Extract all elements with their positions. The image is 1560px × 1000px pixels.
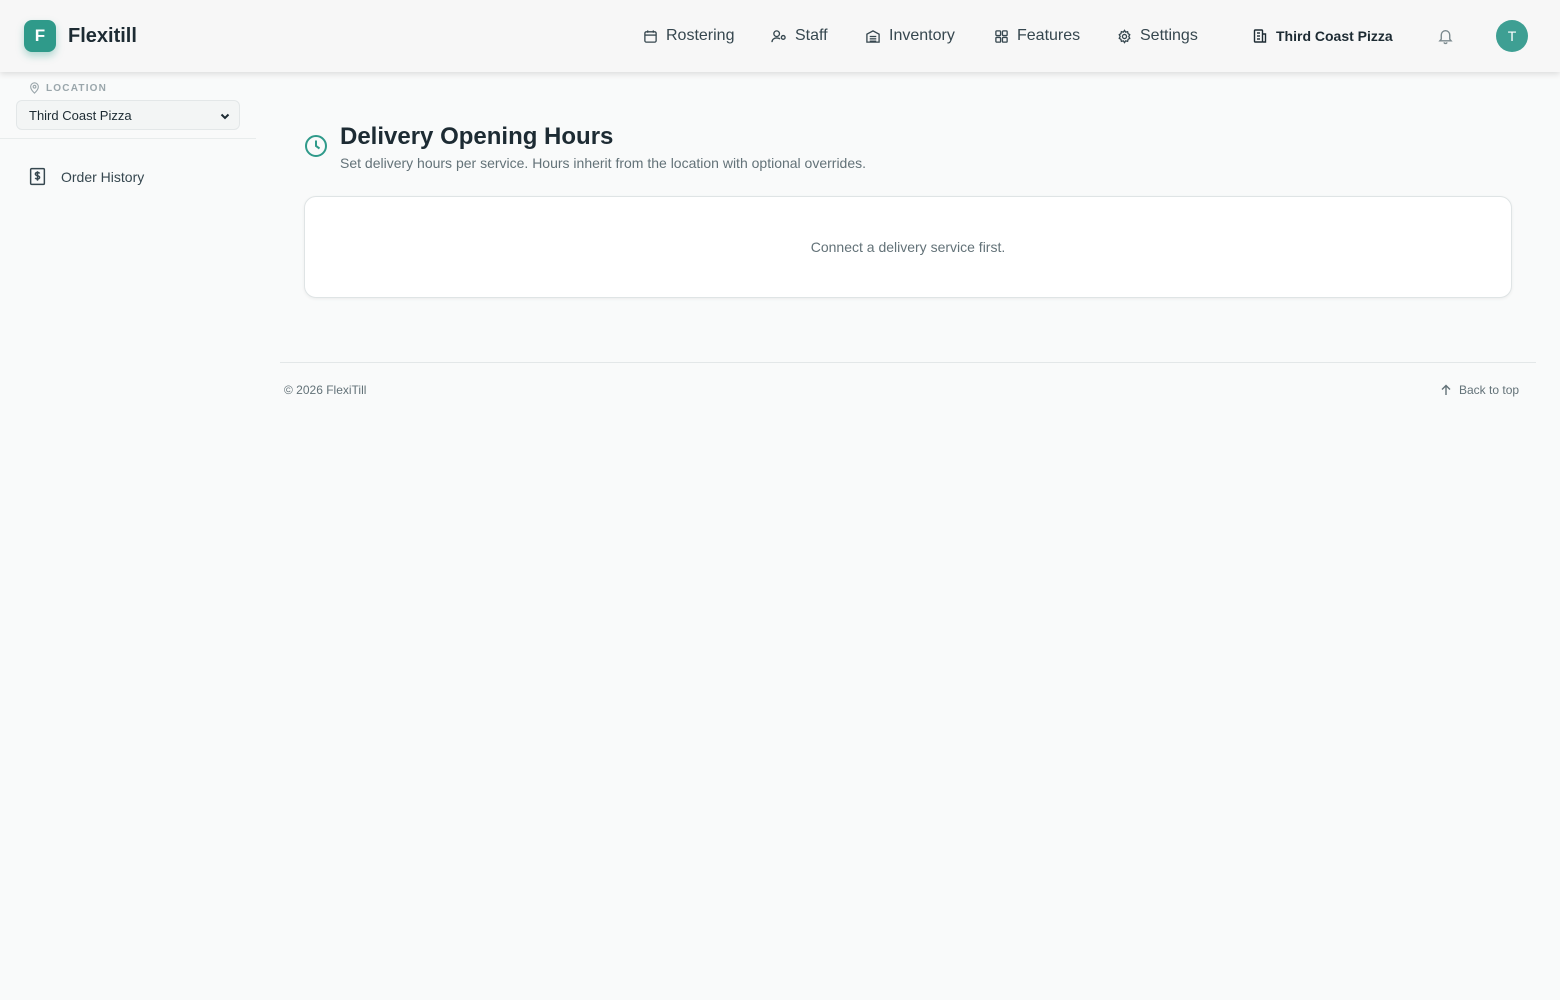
app-logo[interactable]: F xyxy=(24,20,56,52)
footer-copyright: © 2026 FlexiTill xyxy=(284,383,367,397)
clock-icon xyxy=(305,135,327,157)
nav-features[interactable]: Features xyxy=(994,24,1080,48)
calendar-icon xyxy=(644,29,657,43)
location-heading: LOCATION xyxy=(29,82,107,94)
footer-divider xyxy=(280,362,1536,363)
sidebar-divider xyxy=(0,138,256,139)
top-navigation-bar: F Flexitill Rostering Staff Inventory Fe… xyxy=(0,0,1560,72)
map-pin-icon xyxy=(30,82,39,94)
back-to-top-link[interactable]: Back to top xyxy=(1440,383,1519,397)
empty-state-message: Connect a delivery service first. xyxy=(810,239,1006,255)
nav-rostering-label: Rostering xyxy=(666,27,735,44)
back-to-top-label: Back to top xyxy=(1459,383,1520,397)
page-subtitle: Set delivery hours per service. Hours in… xyxy=(340,155,867,171)
page-title: Delivery Opening Hours xyxy=(340,123,614,150)
user-icon xyxy=(771,29,786,42)
nav-staff[interactable]: Staff xyxy=(771,24,828,48)
arrow-up-icon xyxy=(1441,384,1451,395)
nav-settings[interactable]: Settings xyxy=(1117,24,1198,48)
warehouse-icon xyxy=(866,29,880,43)
grid-icon xyxy=(995,29,1008,43)
gear-icon xyxy=(1118,28,1131,44)
bell-icon[interactable] xyxy=(1437,27,1454,45)
chevron-down-icon xyxy=(220,113,230,120)
location-select-value: Third Coast Pizza xyxy=(29,107,132,123)
location-select[interactable]: Third Coast Pizza xyxy=(16,100,240,130)
nav-inventory-label: Inventory xyxy=(889,27,955,44)
sidebar-item-order-history[interactable]: Order History xyxy=(28,167,144,186)
sidebar: LOCATION Third Coast Pizza Order History xyxy=(0,72,256,1000)
receipt-dollar-icon xyxy=(29,167,46,186)
nav-inventory[interactable]: Inventory xyxy=(865,24,955,48)
location-switcher[interactable]: Third Coast Pizza xyxy=(1252,24,1393,48)
nav-rostering[interactable]: Rostering xyxy=(643,24,734,48)
nav-staff-label: Staff xyxy=(795,27,828,44)
user-avatar[interactable]: T xyxy=(1496,20,1528,52)
app-name[interactable]: Flexitill xyxy=(68,24,137,48)
nav-features-label: Features xyxy=(1017,27,1081,44)
nav-settings-label: Settings xyxy=(1140,27,1198,44)
sidebar-item-label: Order History xyxy=(61,168,145,185)
location-heading-label: LOCATION xyxy=(46,82,108,94)
location-switcher-label: Third Coast Pizza xyxy=(1276,28,1393,44)
building-icon xyxy=(1253,29,1267,43)
delivery-hours-card: Connect a delivery service first. xyxy=(304,196,1512,298)
